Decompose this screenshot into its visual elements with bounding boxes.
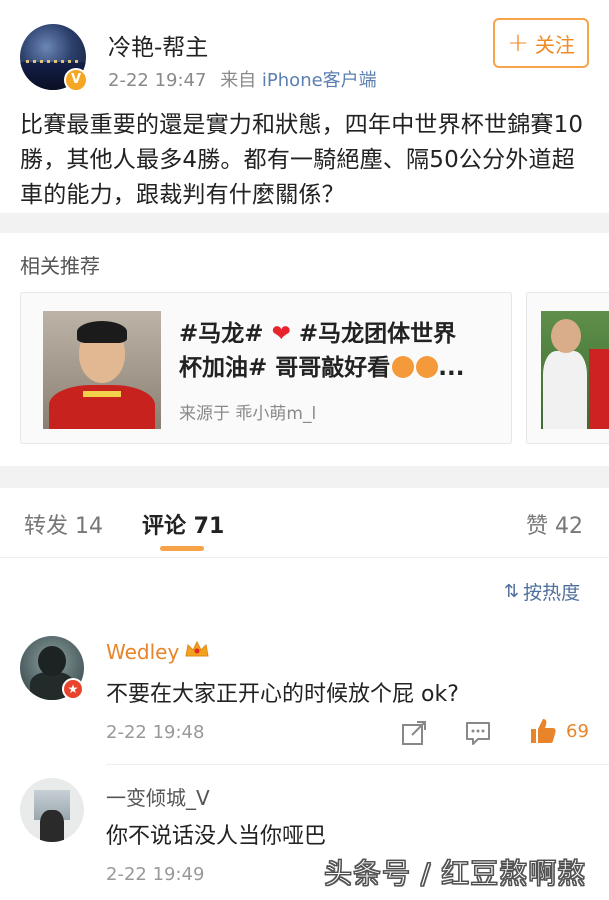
thumb-stripe (83, 391, 121, 397)
post-body: 比賽最重要的還是實力和狀態，四年中世界杯世錦賽10勝，其他人最多4勝。都有一騎絕… (20, 112, 584, 208)
recommend-title: 相关推荐 (20, 254, 100, 278)
tab-active-indicator (160, 546, 204, 551)
recommend-card[interactable]: #马龙# ❤ #马龙团体世界 杯加油# 哥哥敲好看... 来源于 乖小萌m_l (20, 292, 512, 444)
sort-label: 按热度 (523, 582, 581, 604)
tab-comment[interactable]: 评论 71 (142, 508, 224, 540)
follow-button[interactable]: + 关注 (493, 18, 589, 68)
avatar-city-lights (26, 60, 80, 63)
watermark: 头条号 / 红豆熬啊熬 (323, 857, 587, 891)
post-time: 2-22 19:47 (108, 70, 207, 91)
recommend-thumbnail-2 (541, 311, 609, 429)
reply-icon[interactable] (464, 719, 492, 747)
emoji-icon (416, 356, 439, 378)
comment-text: 你不说话没人当你哑巴 (106, 824, 327, 849)
emoji-icon (392, 356, 415, 378)
section-divider (0, 213, 609, 233)
hashtag-team[interactable]: #马龙团体世界 (299, 321, 456, 347)
recommend-thumbnail (43, 311, 161, 429)
thumbs-up-icon[interactable] (528, 716, 558, 746)
post-card: V 冷艳-帮主 2-22 19:47 来自 iPhone客户端 + 关注 比賽最… (0, 0, 609, 213)
commenter-avatar[interactable] (20, 778, 84, 842)
comment-divider (106, 764, 609, 765)
commenter-name[interactable]: 一变倾城_V (106, 782, 210, 811)
plus-icon: + (507, 28, 529, 58)
comment-time: 2-22 19:48 (106, 722, 205, 743)
section-divider (0, 466, 609, 488)
thumb-hair (77, 321, 127, 343)
post-source[interactable]: iPhone客户端 (262, 70, 377, 91)
sort-button[interactable]: ⇅ 按热度 (504, 578, 580, 605)
tab-repost[interactable]: 转发 14 (24, 508, 103, 540)
recommend-text: #马龙# ❤ #马龙团体世界 杯加油# 哥哥敲好看... (179, 317, 509, 385)
crown-icon (185, 640, 209, 657)
sort-icon: ⇅ (504, 581, 520, 602)
recommend-line2: 杯加油# 哥哥敲好看 (179, 355, 391, 381)
share-icon[interactable] (400, 719, 428, 747)
recommend-ellipsis: ... (438, 355, 465, 381)
thumb-player-head (551, 319, 581, 353)
thumb-player-2 (589, 349, 609, 429)
member-badge-icon: ★ (62, 678, 84, 700)
comment-time: 2-22 19:49 (106, 864, 205, 885)
comment-text: 不要在大家正开心的时候放个屁 ok? (106, 682, 459, 707)
recommend-source: 来源于 乖小萌m_l (179, 404, 317, 424)
heart-icon: ❤ (271, 321, 291, 347)
follow-label: 关注 (534, 32, 575, 57)
recommend-card-partial[interactable] (526, 292, 609, 444)
avatar-silhouette (40, 810, 64, 842)
like-count: 69 (566, 721, 589, 742)
thumb-player-body (543, 351, 587, 429)
verified-badge-icon: V (64, 68, 88, 92)
post-meta: 2-22 19:47 来自 iPhone客户端 (108, 66, 377, 92)
commenter-name[interactable]: Wedley (106, 640, 179, 664)
hashtag-malong[interactable]: #马龙# (179, 321, 264, 347)
source-prefix: 来自 (220, 70, 257, 91)
avatar-figure-head (38, 646, 66, 676)
tab-like[interactable]: 赞 42 (526, 508, 583, 540)
tab-bar: 转发 14 评论 71 赞 42 (0, 488, 609, 558)
author-name[interactable]: 冷艳-帮主 (108, 28, 208, 62)
